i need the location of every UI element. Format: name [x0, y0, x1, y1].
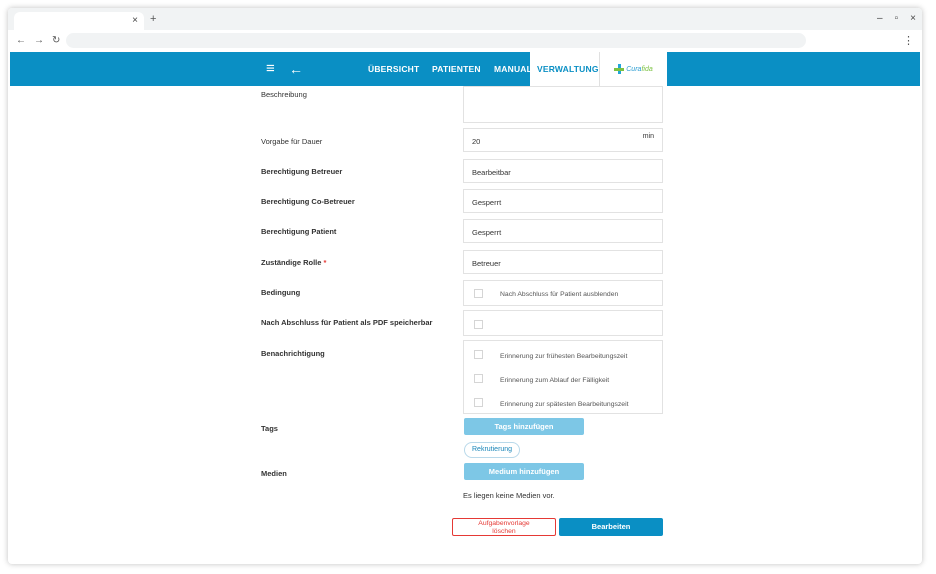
tab-strip: × + – ▫ × — [8, 8, 922, 30]
label-berechtigung-betreuer: Berechtigung Betreuer — [261, 167, 343, 176]
label-medien: Medien — [261, 469, 287, 478]
label-rolle: Zuständige Rolle * — [261, 258, 327, 267]
benachrichtigung-label-2: Erinnerung zum Ablauf der Fälligkeit — [500, 377, 610, 384]
dauer-value: 20 — [472, 137, 481, 146]
logo-cross-icon — [614, 64, 625, 74]
tag-chip[interactable]: Rekrutierung — [464, 442, 521, 458]
minimize-icon[interactable]: – — [877, 12, 883, 26]
label-berechtigung-patient: Berechtigung Patient — [261, 227, 337, 236]
benachrichtigung-checkbox-2[interactable] — [474, 374, 483, 383]
nav-patienten[interactable]: PATIENTEN — [428, 52, 485, 86]
dauer-input[interactable]: 20 min — [463, 128, 663, 152]
window-controls: – ▫ × — [877, 12, 916, 26]
browser-window: × + – ▫ × ← → ↻ ⋮ ≡ ← ÜBERSICHT PATIENTE… — [8, 8, 922, 564]
pdf-box — [463, 310, 663, 336]
add-tags-button[interactable]: Tags hinzufügen — [464, 418, 584, 435]
berechtigung-betreuer-select[interactable]: Bearbeitbar — [463, 159, 663, 183]
address-bar[interactable] — [66, 33, 806, 48]
logo-text: Curafida — [626, 65, 653, 73]
browser-toolbar: ← → ↻ ⋮ — [8, 30, 922, 52]
browser-forward-icon[interactable]: → — [34, 34, 44, 48]
hamburger-menu-icon[interactable]: ≡ — [266, 60, 275, 78]
nav-verwaltung[interactable]: VERWALTUNG — [530, 52, 606, 86]
label-beschreibung: Beschreibung — [261, 90, 307, 99]
label-dauer: Vorgabe für Dauer — [261, 137, 323, 146]
berechtigung-cobetreuer-select[interactable]: Gesperrt — [463, 189, 663, 213]
curafida-logo[interactable]: Curafida — [599, 52, 667, 86]
back-arrow-icon[interactable]: ← — [289, 60, 303, 78]
bedingung-box: Nach Abschluss für Patient ausblenden — [463, 280, 663, 306]
label-pdf: Nach Abschluss für Patient als PDF speic… — [261, 318, 433, 327]
benachrichtigung-checkbox-3[interactable] — [474, 398, 483, 407]
berechtigung-patient-select[interactable]: Gesperrt — [463, 219, 663, 243]
benachrichtigung-checkbox-1[interactable] — [474, 350, 483, 359]
label-berechtigung-cobetreuer: Berechtigung Co-Betreuer — [261, 197, 355, 206]
label-bedingung: Bedingung — [261, 288, 301, 297]
add-medium-button[interactable]: Medium hinzufügen — [464, 463, 584, 480]
benachrichtigung-label-1: Erinnerung zur frühesten Bearbeitungszei… — [500, 353, 628, 360]
reload-icon[interactable]: ↻ — [52, 34, 60, 48]
browser-nav: ← → ↻ — [16, 34, 60, 48]
pdf-checkbox[interactable] — [474, 320, 483, 329]
benachrichtigung-label-3: Erinnerung zur spätesten Bearbeitungszei… — [500, 401, 629, 408]
delete-template-button[interactable]: Aufgabenvorlage löschen — [452, 518, 556, 536]
tab-close-icon[interactable]: × — [132, 14, 138, 28]
label-benachrichtigung: Benachrichtigung — [261, 349, 325, 358]
edit-button[interactable]: Bearbeiten — [559, 518, 663, 536]
no-media-text: Es liegen keine Medien vor. — [463, 491, 555, 500]
window-close-icon[interactable]: × — [910, 12, 916, 26]
app-header: ≡ ← ÜBERSICHT PATIENTEN MANUAL VERWALTUN… — [10, 52, 920, 86]
beschreibung-input[interactable] — [463, 86, 663, 123]
new-tab-icon[interactable]: + — [150, 13, 156, 25]
rolle-select[interactable]: Betreuer — [463, 250, 663, 274]
benachrichtigung-box: Erinnerung zur frühesten Bearbeitungszei… — [463, 340, 663, 414]
browser-tab[interactable]: × — [14, 12, 144, 30]
nav-uebersicht[interactable]: ÜBERSICHT — [364, 52, 423, 86]
browser-menu-icon[interactable]: ⋮ — [903, 34, 914, 48]
dauer-unit: min — [642, 133, 654, 140]
browser-back-icon[interactable]: ← — [16, 34, 26, 48]
bedingung-checkbox[interactable] — [474, 289, 483, 298]
bedingung-option-label: Nach Abschluss für Patient ausblenden — [500, 291, 619, 298]
label-tags: Tags — [261, 424, 278, 433]
required-mark: * — [323, 258, 327, 267]
restore-icon[interactable]: ▫ — [895, 12, 899, 26]
